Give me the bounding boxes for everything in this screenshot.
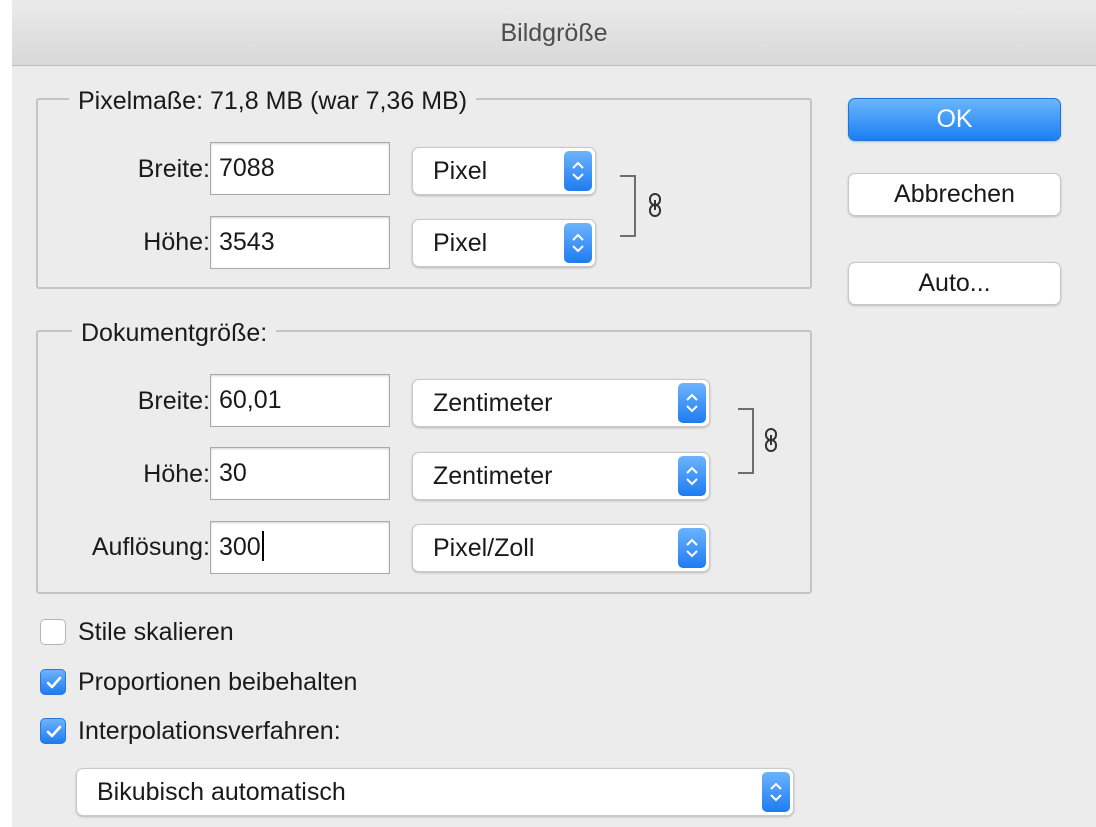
resample-method-value: Bikubisch automatisch — [97, 778, 346, 806]
chain-link-icon — [764, 428, 778, 457]
document-width-input[interactable]: 60,01 — [210, 374, 390, 427]
pixel-dimensions-legend: Pixelmaße: 71,8 MB (war 7,36 MB) — [69, 86, 477, 116]
document-height-label: Höhe: — [143, 460, 210, 488]
document-height-unit-select[interactable]: Zentimeter — [412, 452, 710, 500]
scale-styles-checkbox[interactable] — [40, 619, 66, 645]
scale-styles-label: Stile skalieren — [78, 618, 234, 646]
updown-arrows-icon — [678, 528, 706, 568]
auto-button[interactable]: Auto... — [848, 262, 1061, 305]
updown-arrows-icon — [678, 383, 706, 423]
chain-link-icon — [648, 193, 662, 222]
text-caret — [261, 531, 264, 561]
document-width-unit-value: Zentimeter — [433, 389, 553, 417]
updown-arrows-icon — [678, 456, 706, 496]
updown-arrows-icon — [762, 772, 790, 812]
document-width-unit-select[interactable]: Zentimeter — [412, 379, 710, 427]
pixel-height-input[interactable]: 3543 — [210, 216, 390, 269]
document-height-input[interactable]: 30 — [210, 447, 390, 500]
dialog-title: Bildgröße — [12, 0, 1096, 66]
image-size-dialog: Bildgröße Pixelmaße: 71,8 MB (war 7,36 M… — [12, 0, 1096, 827]
ok-button[interactable]: OK — [848, 98, 1061, 141]
pixel-width-label: Breite: — [137, 155, 210, 183]
pixel-width-unit-value: Pixel — [433, 157, 488, 185]
document-size-legend: Dokumentgröße: — [72, 318, 277, 348]
resolution-unit-value: Pixel/Zoll — [433, 534, 535, 562]
pixel-height-unit-select[interactable]: Pixel — [412, 219, 596, 267]
resample-label: Interpolationsverfahren: — [78, 717, 341, 745]
resample-checkbox[interactable] — [40, 718, 66, 744]
checkmark-icon — [46, 676, 62, 689]
resolution-label: Auflösung: — [91, 533, 210, 561]
left-window-edge — [0, 0, 12, 827]
resolution-input[interactable]: 300 — [210, 521, 390, 574]
checkmark-icon — [46, 725, 62, 738]
pixel-height-label: Höhe: — [143, 228, 210, 256]
pixel-link-bracket — [620, 175, 636, 237]
document-link-bracket — [738, 408, 754, 474]
resample-method-select[interactable]: Bikubisch automatisch — [76, 768, 794, 816]
updown-arrows-icon — [564, 151, 592, 191]
pixel-width-unit-select[interactable]: Pixel — [412, 147, 596, 195]
constrain-proportions-label: Proportionen beibehalten — [78, 668, 358, 696]
cancel-button[interactable]: Abbrechen — [848, 173, 1061, 216]
constrain-proportions-checkbox[interactable] — [40, 669, 66, 695]
pixel-height-unit-value: Pixel — [433, 229, 488, 257]
updown-arrows-icon — [564, 223, 592, 263]
pixel-width-input[interactable]: 7088 — [210, 142, 390, 195]
resolution-unit-select[interactable]: Pixel/Zoll — [412, 524, 710, 572]
document-width-label: Breite: — [137, 387, 210, 415]
resolution-value: 300 — [219, 533, 261, 561]
document-height-unit-value: Zentimeter — [433, 462, 553, 490]
